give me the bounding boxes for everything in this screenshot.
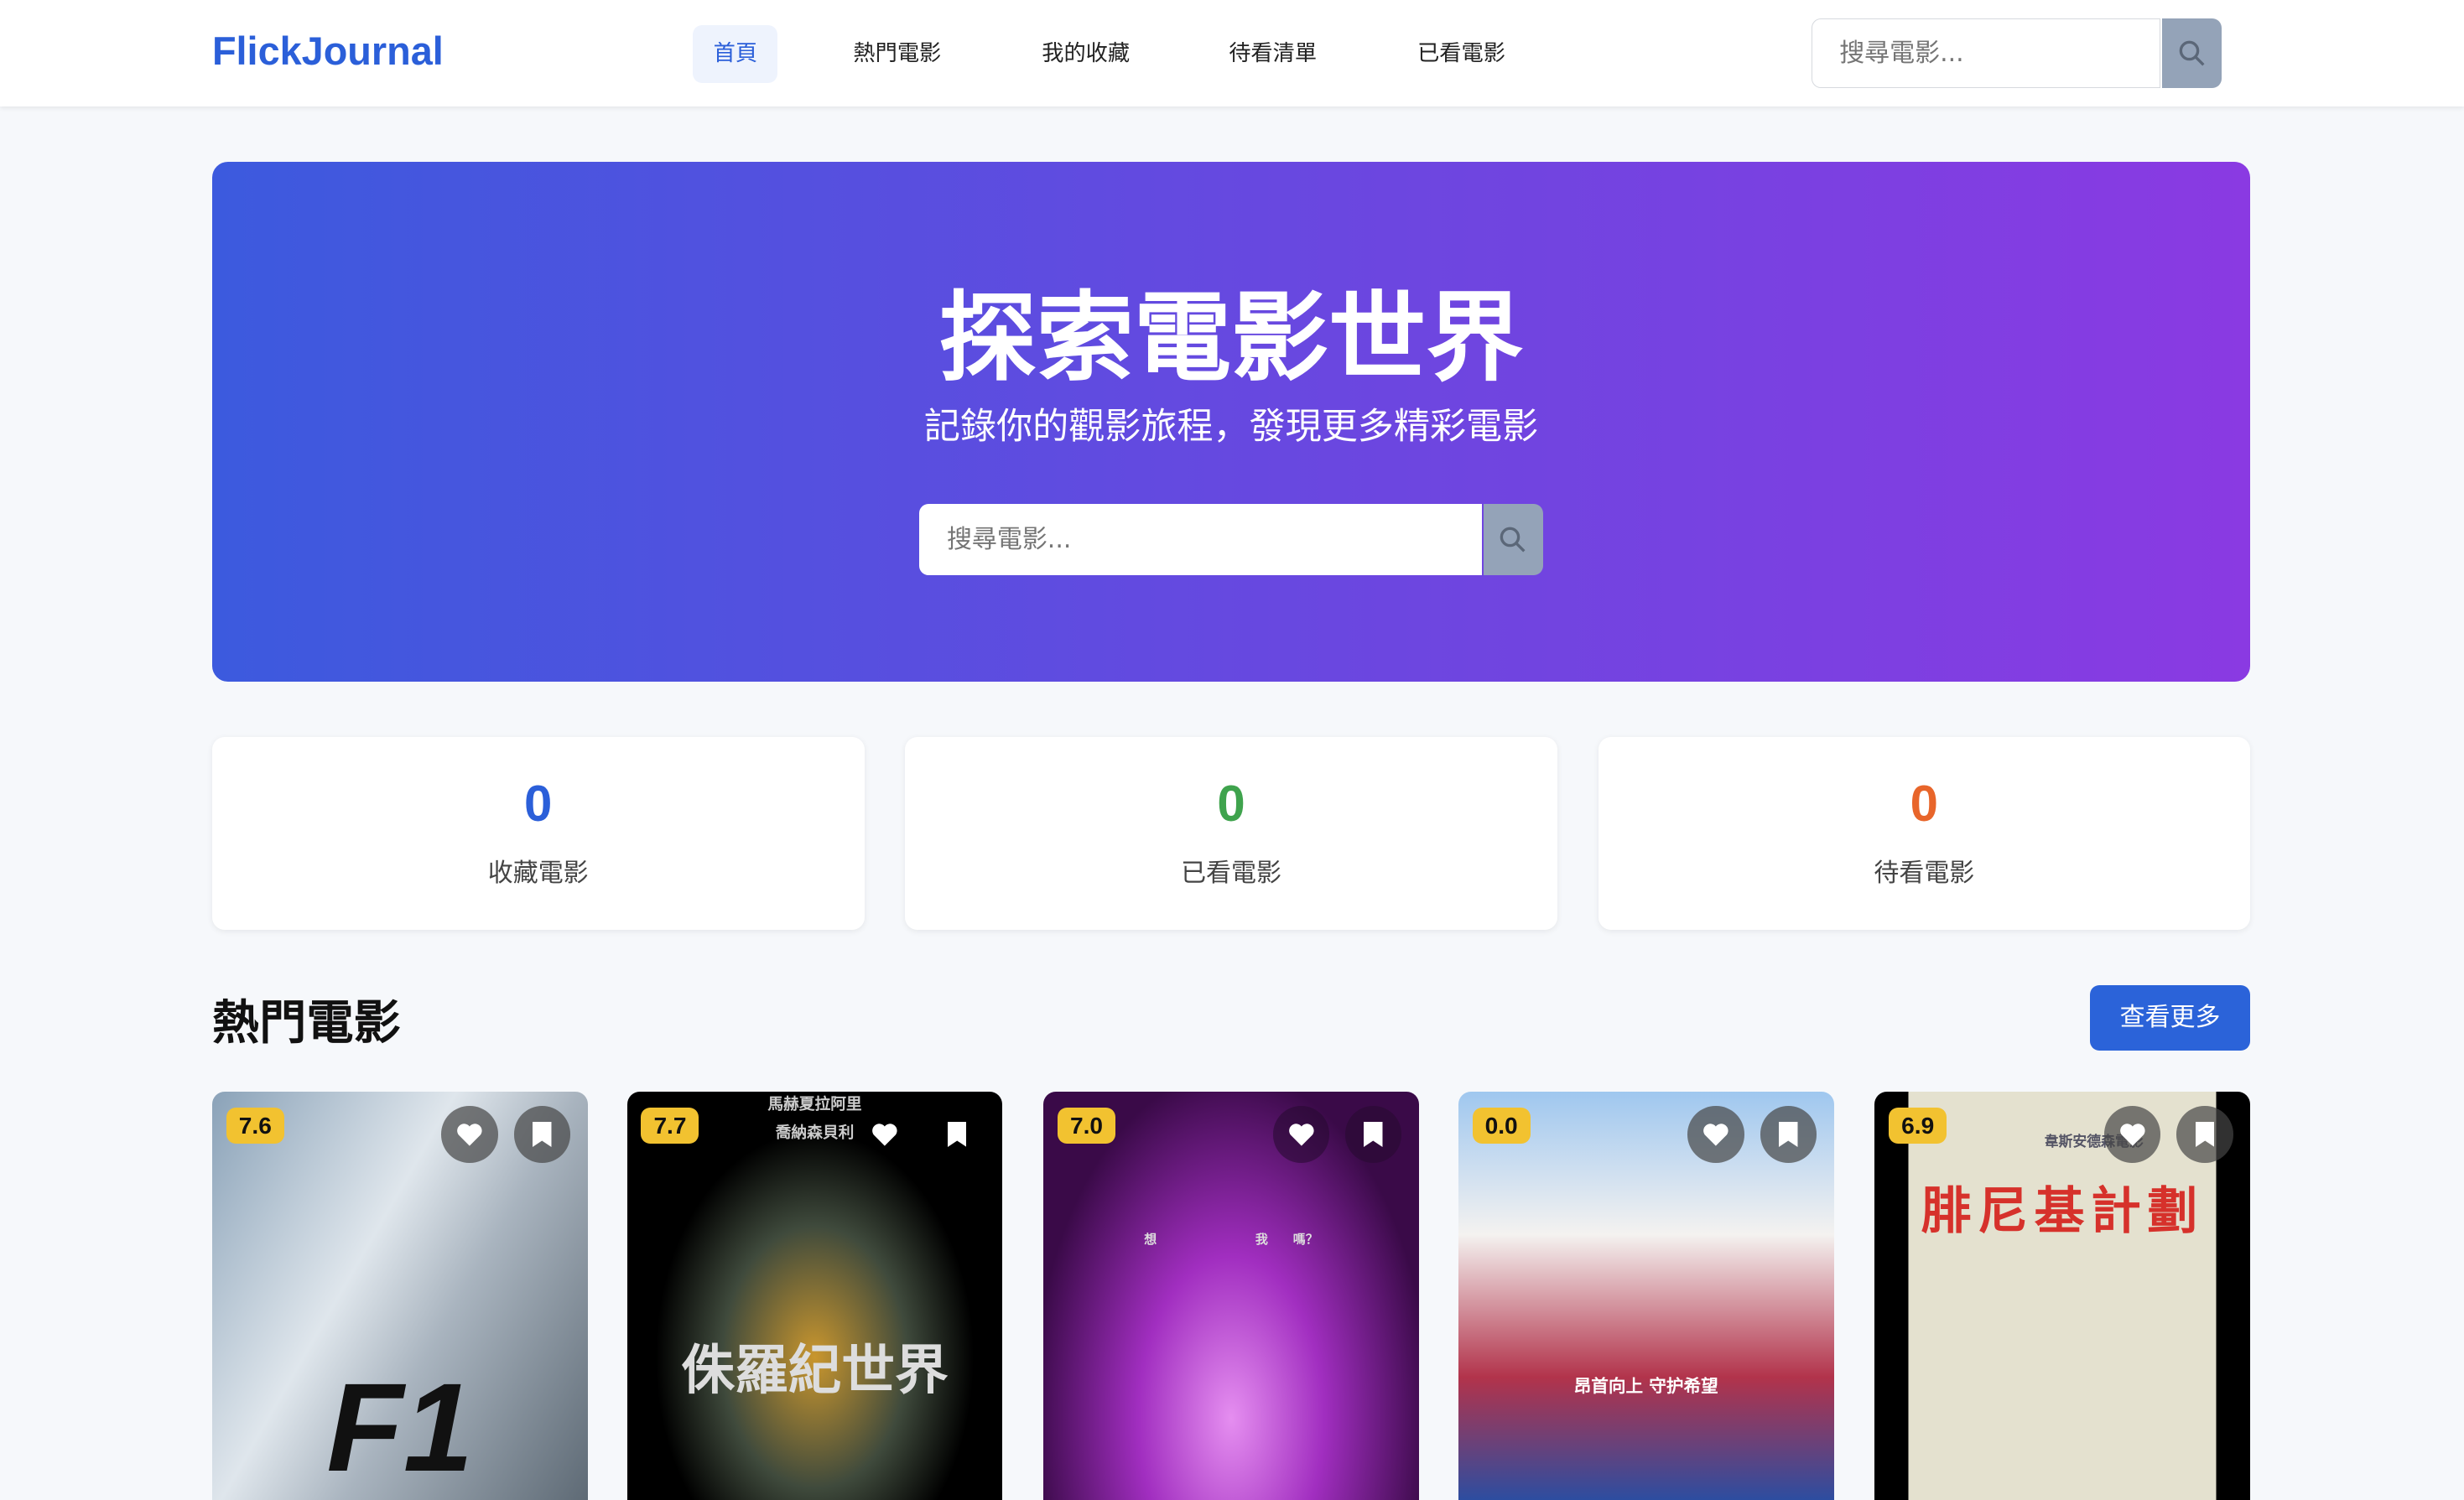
stat-value: 0	[524, 775, 553, 832]
favorite-button[interactable]	[1272, 1106, 1330, 1163]
poster-text: 腓尼基計劃	[1921, 1181, 2204, 1241]
hero-search-input[interactable]	[919, 504, 1482, 575]
logo[interactable]: FlickJournal	[212, 29, 444, 74]
movie-card[interactable]: F1 7.6	[211, 1092, 588, 1500]
bookmark-icon	[2195, 1121, 2215, 1147]
watchlist-button[interactable]	[2176, 1106, 2233, 1163]
nav-watched[interactable]: 已看電影	[1397, 25, 1526, 83]
stat-label: 已看電影	[1181, 858, 1281, 888]
heart-icon	[872, 1124, 897, 1146]
bookmark-icon	[1779, 1121, 1798, 1147]
watchlist-button[interactable]	[513, 1106, 571, 1163]
stat-label: 待看電影	[1874, 858, 1975, 888]
hero-search-button[interactable]	[1483, 504, 1543, 575]
bookmark-icon	[1364, 1121, 1383, 1147]
poster-text: 侏羅紀世界	[681, 1340, 949, 1403]
hero-subtitle: 記錄你的觀影旅程，發現更多精彩電影	[923, 406, 1539, 449]
favorite-button[interactable]	[1687, 1106, 1744, 1163]
top-navbar: FlickJournal 首頁 熱門電影 我的收藏 待看清單 已看電影	[0, 0, 2464, 107]
stat-watchlist: 0 待看電影	[1598, 736, 2251, 931]
stat-value: 0	[1910, 775, 1938, 832]
movie-card[interactable]: 昂首向上 守护希望 0.0	[1458, 1092, 1834, 1500]
search-icon	[2179, 40, 2205, 66]
heart-icon	[2119, 1124, 2145, 1146]
stat-label: 收藏電影	[487, 858, 589, 888]
bookmark-icon	[947, 1121, 967, 1147]
watchlist-button[interactable]	[1760, 1106, 1817, 1163]
favorite-button[interactable]	[856, 1106, 912, 1162]
rating-badge: 7.6	[226, 1107, 284, 1144]
rating-badge: 6.9	[1889, 1107, 1947, 1144]
search-icon	[1500, 527, 1526, 553]
heart-icon	[457, 1124, 482, 1146]
favorite-button[interactable]	[2103, 1106, 2161, 1163]
rating-badge: 7.7	[641, 1107, 699, 1144]
hero-title: 探索電影世界	[938, 282, 1524, 396]
movie-card[interactable]: 韋斯安德森電影 腓尼基計劃 6.9	[1874, 1092, 2251, 1500]
nav-watchlist[interactable]: 待看清單	[1209, 25, 1338, 83]
stat-value: 0	[1217, 775, 1245, 832]
watchlist-button[interactable]	[1344, 1106, 1402, 1163]
poster-text: F1	[326, 1357, 474, 1498]
section-title: 熱門電影	[211, 995, 401, 1051]
stat-favorites: 0 收藏電影	[211, 736, 865, 931]
rating-badge: 7.0	[1057, 1107, 1116, 1144]
poster-text: 想 我 嗎？	[1144, 1232, 1318, 1248]
hero-banner: 探索電影世界 記錄你的觀影旅程，發現更多精彩電影	[211, 161, 2251, 683]
stat-watched: 0 已看電影	[905, 736, 1557, 931]
bookmark-icon	[533, 1121, 552, 1147]
header-search-button[interactable]	[2162, 18, 2222, 88]
heart-icon	[1288, 1124, 1314, 1146]
heart-icon	[1703, 1124, 1728, 1146]
watchlist-button[interactable]	[928, 1106, 985, 1162]
poster-text: 昂首向上 守护希望	[1573, 1375, 1718, 1396]
movie-card[interactable]: 馬赫夏拉阿里 喬納森貝利 侏羅紀世界 7.7	[626, 1092, 1003, 1500]
rating-badge: 0.0	[1472, 1107, 1531, 1144]
view-more-button[interactable]: 查看更多	[2090, 984, 2251, 1051]
nav-popular[interactable]: 熱門電影	[833, 25, 962, 83]
movie-card[interactable]: 想 我 嗎？ 7.0	[1043, 1092, 1419, 1500]
nav-home[interactable]: 首頁	[693, 24, 778, 84]
header-search-input[interactable]	[1812, 18, 2161, 88]
favorite-button[interactable]	[441, 1106, 498, 1163]
nav-favorites[interactable]: 我的收藏	[1021, 25, 1151, 83]
